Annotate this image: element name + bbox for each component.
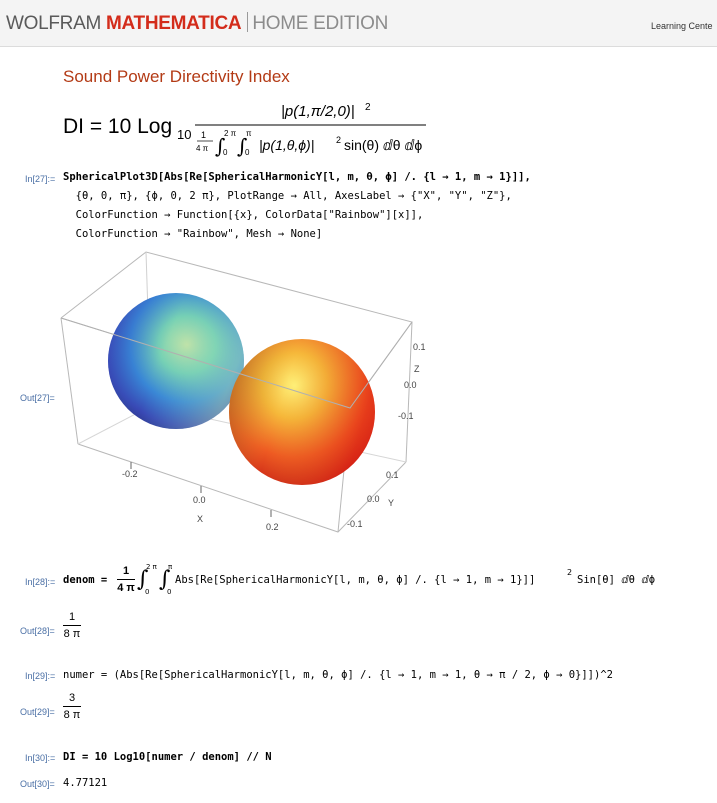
brand-edition: HOME EDITION	[252, 13, 389, 34]
z-tick-2: 0.0	[404, 380, 417, 390]
box-edge-right	[405, 321, 413, 463]
brand-wolfram: WOLFRAM	[6, 13, 102, 34]
x-tick-1: -0.2	[122, 469, 138, 479]
in28-int1-lower: 0	[145, 588, 150, 596]
directivity-formula: DI = 10 Log 10 |p(1,π/2,0)| 2 1 4 π ∫ 2 …	[63, 102, 426, 158]
out29-num: 3	[68, 692, 76, 704]
in28-fraction: 1 4 π	[117, 564, 135, 595]
in28-power: 2	[567, 568, 573, 577]
spherical-plot-3d[interactable]: -0.2 0.0 0.2 X 0.1 0.0 -0.1 Y 0.1 0.0 -0…	[56, 248, 436, 548]
z-tick-3: -0.1	[398, 411, 414, 421]
out28-num: 1	[68, 611, 76, 623]
in28-int2-upper: π	[168, 563, 173, 571]
out30-label: Out[30]=	[20, 779, 55, 789]
left-lobe	[108, 293, 244, 429]
in30-label: In[30]:=	[25, 753, 56, 763]
formula-den-power: 2	[336, 135, 341, 145]
formula-numerator: |p(1,π/2,0)|	[281, 103, 355, 120]
in28-label: In[28]:=	[25, 577, 56, 587]
box-edge-left	[60, 317, 79, 445]
out29-label: Out[29]=	[20, 707, 55, 717]
z-tick-1: 0.1	[413, 342, 426, 352]
z-axis-label: Z	[414, 364, 420, 374]
top-bar: WOLFRAM MATHEMATICA HOME EDITION Learning…	[0, 0, 717, 47]
formula-int1-lower: 0	[223, 148, 228, 157]
out27-label: Out[27]=	[20, 393, 55, 403]
section-title: Sound Power Directivity Index	[63, 67, 290, 86]
learning-center-link[interactable]: Learning Cente	[651, 21, 713, 31]
out29-value: 3 8 π	[63, 691, 81, 722]
x-tick-3: 0.2	[266, 522, 279, 532]
right-lobe	[229, 339, 375, 485]
in27-line3: ColorFunction → Function[{x}, ColorData[…	[63, 209, 424, 221]
in30-code[interactable]: DI = 10 Log10[numer / denom] // N	[63, 748, 272, 767]
formula-int1-upper: 2 π	[224, 129, 237, 138]
formula-den-tail: sin(θ) ⅆθ ⅆϕ	[344, 137, 422, 153]
z-axis: 0.1 0.0 -0.1 Z	[398, 342, 426, 421]
out28-value: 1 8 π	[63, 610, 81, 641]
out29-den: 8 π	[63, 709, 81, 721]
in27-code[interactable]: SphericalPlot3D[Abs[Re[SphericalHarmonic…	[63, 168, 531, 244]
left-sphere-shade	[108, 293, 244, 429]
in28-tail: Sin[θ] ⅆθ ⅆϕ	[577, 574, 656, 586]
y-axis: 0.1 0.0 -0.1 Y	[347, 470, 399, 529]
in28-body: Abs[Re[SphericalHarmonicY[l, m, θ, ϕ] /.…	[175, 574, 536, 586]
out28-den: 8 π	[63, 628, 81, 640]
brand-mathematica: MATHEMATICA	[106, 13, 242, 34]
y-axis-label: Y	[388, 498, 394, 508]
in29-label: In[29]:=	[25, 671, 56, 681]
in28-int2-lower: 0	[167, 588, 172, 596]
out30-value: 4.77121	[63, 777, 108, 789]
out28-label: Out[28]=	[20, 626, 55, 636]
formula-int2-lower: 0	[245, 148, 250, 157]
in28-int1-upper: 2 π	[146, 563, 157, 571]
x-axis: -0.2 0.0 0.2 X	[122, 462, 279, 532]
formula-log-sub: 10	[177, 127, 191, 142]
x-axis-label: X	[197, 514, 203, 524]
y-tick-3: -0.1	[347, 519, 363, 529]
in28-frac-num: 1	[122, 565, 130, 577]
formula-den-frac-num: 1	[201, 130, 206, 140]
in28-input[interactable]: denom = 1 4 π ∫ 2 π 0 ∫ π 0 Abs[Re[Spher…	[63, 563, 703, 600]
x-tick-2: 0.0	[193, 495, 206, 505]
in29-code[interactable]: numer = (Abs[Re[SphericalHarmonicY[l, m,…	[63, 666, 613, 685]
in28-frac-den: 4 π	[117, 582, 135, 594]
in28-lhs: denom =	[63, 574, 108, 586]
in27-label: In[27]:=	[25, 174, 56, 184]
brand-divider	[247, 12, 249, 32]
formula-int2-upper: π	[246, 129, 252, 138]
y-tick-1: 0.1	[386, 470, 399, 480]
formula-den-body: |p(1,θ,ϕ)|	[259, 137, 314, 153]
in27-line1: SphericalPlot3D[Abs[Re[SphericalHarmonic…	[63, 171, 531, 183]
brand-logo[interactable]: WOLFRAM MATHEMATICA HOME EDITION	[6, 12, 388, 35]
in27-line4: ColorFunction → "Rainbow", Mesh → None]	[63, 228, 323, 240]
formula-num-power: 2	[365, 102, 371, 113]
y-tick-2: 0.0	[367, 494, 380, 504]
formula-den-frac-den: 4 π	[196, 144, 209, 153]
in27-line2: {θ, 0, π}, {ϕ, 0, 2 π}, PlotRange → All,…	[63, 190, 512, 202]
right-sphere-shade	[229, 339, 375, 485]
formula-lhs: DI = 10 Log	[63, 115, 172, 138]
